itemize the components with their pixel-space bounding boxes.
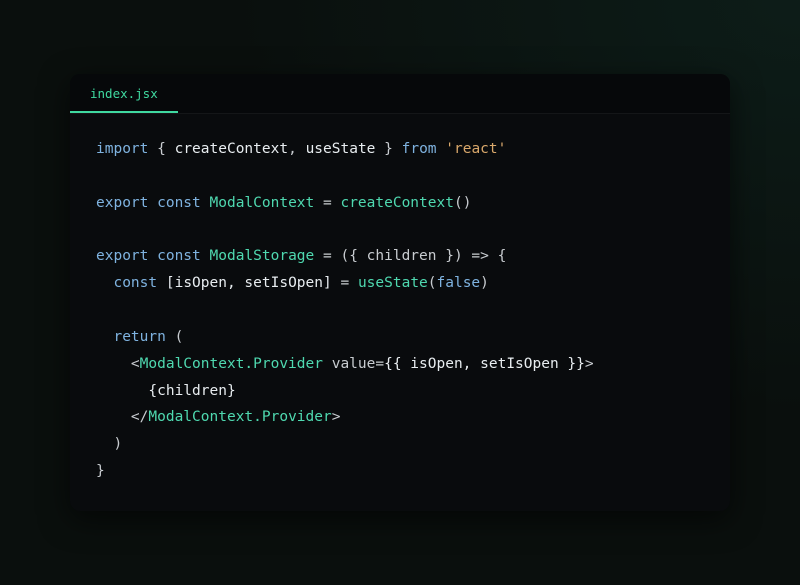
call: useState (358, 275, 428, 291)
identifier: useState (306, 141, 376, 157)
keyword-return: return (113, 329, 165, 345)
jsx-attr: value (332, 356, 376, 372)
destructure: [isOpen, setIsOpen] (166, 275, 332, 291)
jsx-component: ModalContext.Provider (140, 356, 323, 372)
code-line-blank (96, 217, 704, 244)
keyword-from: from (402, 141, 437, 157)
call: createContext (340, 195, 454, 211)
keyword-const: const (148, 248, 209, 264)
keyword-export: export (96, 248, 148, 264)
indent (96, 409, 131, 425)
jsx-open: < (131, 356, 140, 372)
equals: = (375, 356, 384, 372)
indent (96, 356, 131, 372)
arrow-fn: ({ children }) => { (340, 248, 506, 264)
brace-close: } (96, 463, 105, 479)
code-line: } (96, 458, 704, 485)
comma: , (288, 141, 305, 157)
keyword-const: const (113, 275, 157, 291)
jsx-open: </ (131, 409, 148, 425)
jsx-expr: {{ isOpen, setIsOpen }} (384, 356, 585, 372)
code-area[interactable]: import { createContext, useState } from … (70, 114, 730, 511)
equals: = (332, 275, 358, 291)
keyword-export: export (96, 195, 148, 211)
identifier: ModalStorage (210, 248, 315, 264)
jsx-close: > (585, 356, 594, 372)
code-line: export const ModalStorage = ({ children … (96, 243, 704, 270)
jsx-component: ModalContext.Provider (148, 409, 331, 425)
tab-index-jsx[interactable]: index.jsx (70, 74, 178, 113)
code-line-blank (96, 297, 704, 324)
indent (96, 329, 113, 345)
paren-open: ( (166, 329, 183, 345)
literal-false: false (437, 275, 481, 291)
code-line: import { createContext, useState } from … (96, 136, 704, 163)
jsx-children: {children} (148, 383, 235, 399)
code-line: {children} (96, 378, 704, 405)
brace: } (375, 141, 401, 157)
parens: () (454, 195, 471, 211)
code-line: <ModalContext.Provider value={{ isOpen, … (96, 351, 704, 378)
paren-open: ( (428, 275, 437, 291)
equals: = (314, 195, 340, 211)
indent (96, 436, 113, 452)
code-line: </ModalContext.Provider> (96, 404, 704, 431)
space (437, 141, 446, 157)
code-line: const [isOpen, setIsOpen] = useState(fal… (96, 270, 704, 297)
brace: { (148, 141, 174, 157)
keyword-const: const (148, 195, 209, 211)
identifier: createContext (175, 141, 289, 157)
code-line: return ( (96, 324, 704, 351)
indent (96, 275, 113, 291)
identifier: ModalContext (210, 195, 315, 211)
space (323, 356, 332, 372)
jsx-close: > (332, 409, 341, 425)
paren-close: ) (480, 275, 489, 291)
equals: = (314, 248, 340, 264)
tab-bar: index.jsx (70, 74, 730, 114)
code-line: export const ModalContext = createContex… (96, 190, 704, 217)
code-editor-card: index.jsx import { createContext, useSta… (70, 74, 730, 511)
keyword-import: import (96, 141, 148, 157)
space (157, 275, 166, 291)
code-line: ) (96, 431, 704, 458)
paren-close: ) (113, 436, 122, 452)
indent (96, 383, 148, 399)
code-line-blank (96, 163, 704, 190)
string-literal: 'react' (445, 141, 506, 157)
